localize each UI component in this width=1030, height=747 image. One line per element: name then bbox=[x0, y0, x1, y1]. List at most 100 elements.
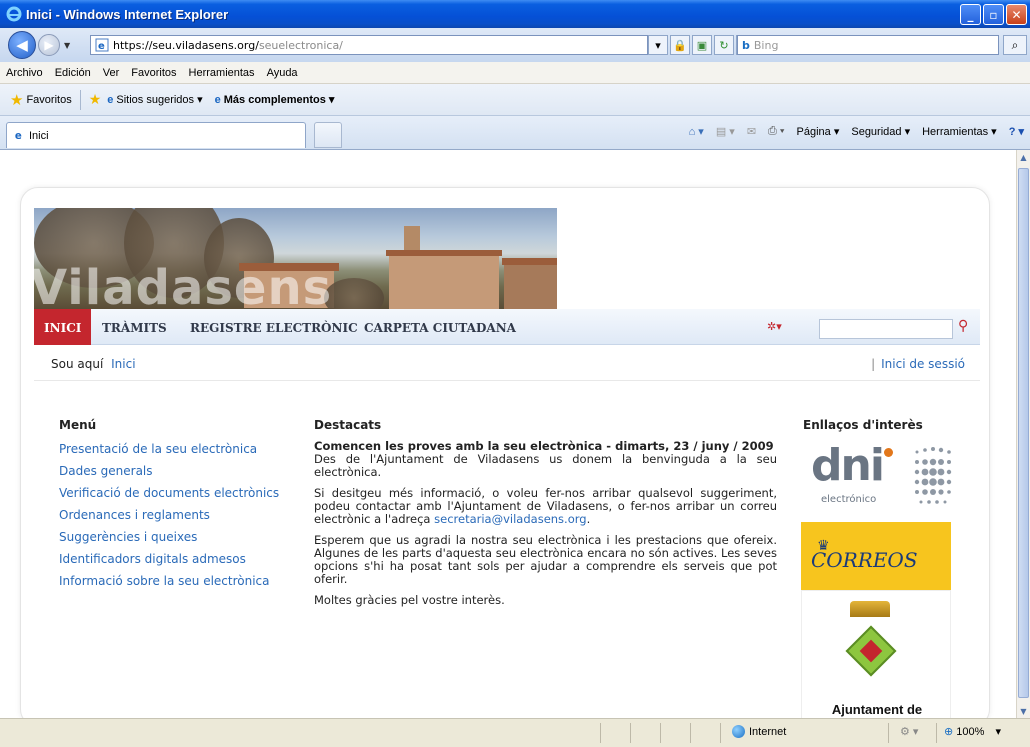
nav-registre-electronic[interactable]: REGISTRE ELECTRÒNIC bbox=[190, 309, 358, 345]
header-banner: Viladasens bbox=[34, 208, 557, 309]
suggested-sites-link[interactable]: Sitios sugeridos ▾ bbox=[116, 93, 202, 106]
more-addons-link[interactable]: Más complementos ▾ bbox=[224, 93, 335, 106]
tools-menu[interactable]: Herramientas ▾ bbox=[922, 125, 997, 138]
tab-inici[interactable]: e Inici bbox=[6, 122, 306, 148]
bing-logo-icon: b bbox=[742, 38, 750, 52]
url-host: https://seu.viladasens.org/ bbox=[113, 38, 259, 52]
divider bbox=[34, 380, 980, 381]
correos-link[interactable]: ♛ CORREOS bbox=[801, 522, 951, 590]
dni-electronico-link[interactable]: dni electrónico bbox=[801, 436, 952, 522]
page-menu[interactable]: Página ▾ bbox=[797, 125, 840, 138]
menu-link[interactable]: Identificadors digitals admesos bbox=[59, 550, 279, 572]
menu-link[interactable]: Ordenances i reglaments bbox=[59, 506, 279, 528]
add-favorite-icon[interactable]: ★ bbox=[89, 91, 102, 108]
featured-heading: Destacats bbox=[314, 418, 382, 432]
compat-view-icon[interactable]: ▣ bbox=[692, 35, 712, 55]
window-title: Inici - Windows Internet Explorer bbox=[26, 6, 229, 22]
feeds-icon[interactable]: ▤ ▾ bbox=[716, 125, 735, 138]
safety-menu[interactable]: Seguridad ▾ bbox=[851, 125, 910, 138]
command-bar: ⌂ ▾ ▤ ▾ ✉ ⎙ ▾ Página ▾ Seguridad ▾ Herra… bbox=[689, 125, 1024, 138]
login-area: | Inici de sessió bbox=[871, 357, 965, 371]
divider bbox=[660, 723, 661, 743]
window-controls: _ ▫ ✕ bbox=[960, 4, 1027, 25]
page-favicon-icon: e bbox=[15, 131, 22, 142]
featured-headline: Comencen les proves amb la seu electròni… bbox=[314, 439, 774, 453]
menu-link[interactable]: Informació sobre la seu electrònica bbox=[59, 572, 279, 594]
scrollbar-thumb[interactable] bbox=[1018, 168, 1029, 698]
chevron-down-icon: ▾ bbox=[995, 726, 1002, 738]
status-bar: Internet ⚙ ▾ ⊕ 100% ▾ bbox=[0, 718, 1030, 747]
address-dropdown-button[interactable]: ▾ bbox=[648, 35, 668, 55]
menu-ver[interactable]: Ver bbox=[103, 67, 120, 79]
menu-archivo[interactable]: Archivo bbox=[6, 67, 43, 79]
featured-paragraph: Esperem que us agradi la nostra seu elec… bbox=[314, 533, 777, 586]
favorites-star-icon: ★ bbox=[10, 91, 24, 109]
favorites-button[interactable]: Favoritos bbox=[26, 94, 71, 106]
divider bbox=[720, 723, 721, 743]
divider bbox=[630, 723, 631, 743]
login-link[interactable]: Inici de sessió bbox=[881, 357, 965, 371]
dni-dots-graphic bbox=[914, 447, 952, 504]
url-field[interactable]: e https://seu.viladasens.org/seuelectron… bbox=[90, 35, 648, 55]
menu-bar: Archivo Edición Ver Favoritos Herramient… bbox=[0, 62, 1030, 84]
divider bbox=[936, 723, 937, 743]
site-container: Viladasens INICI TRÀMITS REGISTRE ELECTR… bbox=[20, 187, 990, 718]
search-placeholder: Bing bbox=[753, 38, 779, 52]
nav-inici[interactable]: INICI bbox=[34, 309, 92, 345]
home-icon[interactable]: ⌂ ▾ bbox=[689, 125, 704, 138]
menu-heading: Menú bbox=[59, 418, 97, 432]
nav-carpeta-ciutadana[interactable]: CARPETA CIUTADANA bbox=[364, 309, 516, 345]
links-heading: Enllaços d'interès bbox=[803, 418, 923, 432]
favorites-bar: ★ Favoritos ★ e Sitios sugeridos ▾ e Más… bbox=[0, 84, 1030, 116]
back-arrow-icon: ◀ bbox=[16, 36, 28, 54]
zoom-control[interactable]: ⊕ 100% ▾ bbox=[944, 725, 1001, 738]
vertical-scrollbar[interactable]: ▲ ▼ bbox=[1016, 150, 1030, 718]
dni-logo-text: dni bbox=[811, 440, 885, 491]
language-selector-icon[interactable]: ✲▾ bbox=[767, 320, 782, 333]
menu-ayuda[interactable]: Ayuda bbox=[267, 67, 298, 79]
main-nav: INICI TRÀMITS REGISTRE ELECTRÒNIC CARPET… bbox=[34, 309, 980, 345]
menu-link[interactable]: Verificació de documents electrònics bbox=[59, 484, 279, 506]
new-tab-button[interactable] bbox=[314, 122, 342, 148]
security-zone[interactable]: Internet bbox=[732, 725, 786, 738]
dni-logo-subtitle: electrónico bbox=[821, 494, 877, 505]
menu-edicion[interactable]: Edición bbox=[55, 67, 91, 79]
web-search-input[interactable]: b Bing bbox=[737, 35, 999, 55]
print-icon[interactable]: ⎙ ▾ bbox=[768, 125, 784, 138]
history-dropdown-icon[interactable]: ▼ bbox=[64, 41, 70, 50]
site-search-input[interactable] bbox=[819, 319, 953, 339]
menu-favoritos[interactable]: Favoritos bbox=[131, 67, 176, 79]
menu-link[interactable]: Suggerències i queixes bbox=[59, 528, 279, 550]
scroll-up-icon[interactable]: ▲ bbox=[1017, 150, 1030, 164]
lock-icon[interactable]: 🔒 bbox=[670, 35, 690, 55]
close-button[interactable]: ✕ bbox=[1006, 4, 1027, 25]
zoom-level: 100% bbox=[956, 726, 985, 738]
menu-link[interactable]: Dades generals bbox=[59, 462, 279, 484]
menu-link[interactable]: Presentació de la seu electrònica bbox=[59, 440, 279, 462]
forward-button[interactable]: ▶ bbox=[38, 34, 60, 56]
menu-herramientas[interactable]: Herramientas bbox=[189, 67, 255, 79]
nav-tramits[interactable]: TRÀMITS bbox=[102, 309, 167, 345]
search-icon[interactable]: ⚲ bbox=[958, 318, 968, 334]
refresh-icon[interactable]: ↻ bbox=[714, 35, 734, 55]
forward-arrow-icon: ▶ bbox=[44, 38, 54, 52]
dni-logo-dot bbox=[884, 448, 893, 457]
minimize-button[interactable]: _ bbox=[960, 4, 981, 25]
email-link[interactable]: secretaria@viladasens.org bbox=[434, 512, 586, 526]
scroll-down-icon[interactable]: ▼ bbox=[1017, 704, 1030, 718]
featured-paragraph: Moltes gràcies pel vostre interès. bbox=[314, 593, 505, 607]
ie-logo-icon bbox=[6, 6, 22, 22]
ajuntament-link[interactable]: Ajuntament de Viladasens bbox=[801, 590, 951, 718]
side-menu: Presentació de la seu electrònica Dades … bbox=[59, 440, 279, 594]
divider: | bbox=[871, 357, 876, 371]
divider bbox=[600, 723, 601, 743]
protected-mode-icon[interactable]: ⚙ ▾ bbox=[900, 725, 918, 738]
tab-bar: e Inici ⌂ ▾ ▤ ▾ ✉ ⎙ ▾ Página ▾ Seguridad… bbox=[0, 116, 1030, 150]
window-titlebar[interactable]: Inici - Windows Internet Explorer _ ▫ ✕ bbox=[0, 0, 1030, 28]
search-icon[interactable]: ⌕ bbox=[1003, 35, 1027, 55]
maximize-button[interactable]: ▫ bbox=[983, 4, 1004, 25]
breadcrumb-inici-link[interactable]: Inici bbox=[111, 357, 135, 371]
help-icon[interactable]: ? ▾ bbox=[1009, 125, 1024, 138]
back-button[interactable]: ◀ bbox=[8, 31, 36, 59]
mail-icon[interactable]: ✉ bbox=[747, 125, 756, 138]
